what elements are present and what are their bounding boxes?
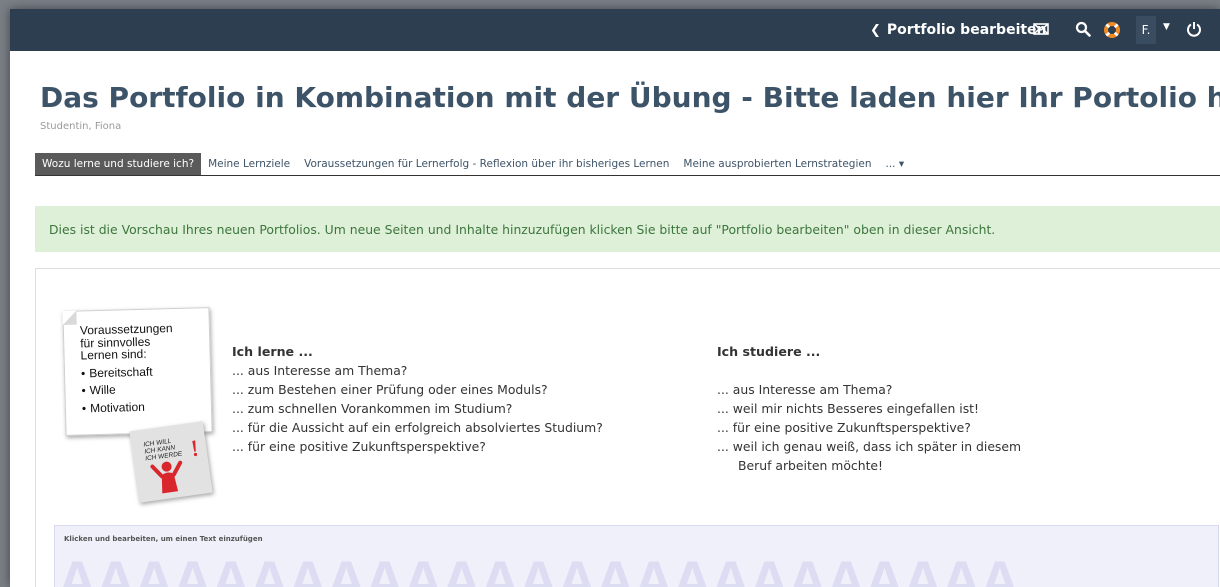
page-content: Voraussetzungen für sinnvolles Lernen si… [35,268,1220,587]
study-line: ... weil mir nichts Besseres eingefallen… [717,401,979,416]
sticky-item: Wille [81,381,210,398]
tab-voraussetzungen[interactable]: Voraussetzungen für Lernerfolg - Reflexi… [297,153,676,175]
learn-line: ... für die Aussicht auf ein erfolgreich… [232,420,603,435]
learn-column: Ich lerne ... ... aus Interesse am Thema… [232,342,603,456]
sticky-note-image: Voraussetzungen für sinnvolles Lernen si… [62,307,213,436]
caret-down-icon[interactable]: ▼ [1163,22,1170,32]
sticky-item: Motivation [82,399,211,414]
learn-heading: Ich lerne ... [232,344,313,359]
sticky-item: Bereitschaft [81,364,210,380]
portfolio-tabs: Wozu lerne und studiere ich? Meine Lernz… [35,153,1220,176]
study-line: ... aus Interesse am Thema? [717,382,893,397]
editor-hint: Klicken und bearbeiten, um einen Text ei… [64,535,263,543]
study-line: ... weil ich genau weiß, dass ich später… [717,439,1022,454]
tab-more-dropdown[interactable]: ... ▾ [878,153,911,175]
page-title: Das Portfolio in Kombination mit der Übu… [40,81,1220,114]
editor-watermark: AAAAAAAAAAAAAAAAAAAAAAAAA [57,549,1020,587]
power-logout-icon[interactable] [1186,21,1202,41]
lifebuoy-help-icon[interactable] [1102,20,1122,44]
sticky-list: Bereitschaft Wille Motivation [81,364,211,415]
portfolio-window: ❮ Portfolio bearbeiten F. ▼ Das Portfoli… [10,9,1220,587]
motivation-sign-image: ICH WILL ICH KANN ICH WERDE [129,421,213,503]
author-name: Studentin, Fiona [40,121,122,132]
text-editor-placeholder[interactable]: Klicken und bearbeiten, um einen Text ei… [54,525,1219,587]
study-line: ... für eine positive Zukunftsperspektiv… [717,420,971,435]
learn-line: ... für eine positive Zukunftsperspektiv… [232,439,486,454]
chevron-left-icon: ❮ [870,22,881,38]
tab-wozu[interactable]: Wozu lerne und studiere ich? [35,153,202,175]
study-column: Ich studiere ... ... aus Interesse am Th… [717,342,1021,475]
folded-corner [62,310,77,325]
learn-line: ... aus Interesse am Thema? [232,363,408,378]
user-menu-initial[interactable]: F. [1136,16,1156,44]
cheering-figure-icon [150,460,183,494]
tab-lernstrategien[interactable]: Meine ausprobierten Lernstrategien [676,153,878,175]
learn-line: ... zum Bestehen einer Prüfung oder eine… [232,382,548,397]
exclamation-mark-icon [192,440,198,457]
tab-lernziele[interactable]: Meine Lernziele [201,153,297,175]
edit-portfolio-label: Portfolio bearbeiten [886,22,1047,38]
sticky-heading-3: Lernen sind: [80,346,147,363]
study-line: Beruf arbeiten möchte! [738,458,884,473]
mail-icon[interactable] [1033,21,1049,40]
learn-line: ... zum schnellen Vorankommen im Studium… [232,401,513,416]
top-navbar: ❮ Portfolio bearbeiten F. ▼ [10,9,1220,51]
preview-notice: Dies ist die Vorschau Ihres neuen Portfo… [35,206,1220,252]
study-heading: Ich studiere ... [717,344,821,359]
search-icon[interactable] [1075,21,1091,41]
edit-portfolio-button[interactable]: ❮ Portfolio bearbeiten [870,19,1047,41]
